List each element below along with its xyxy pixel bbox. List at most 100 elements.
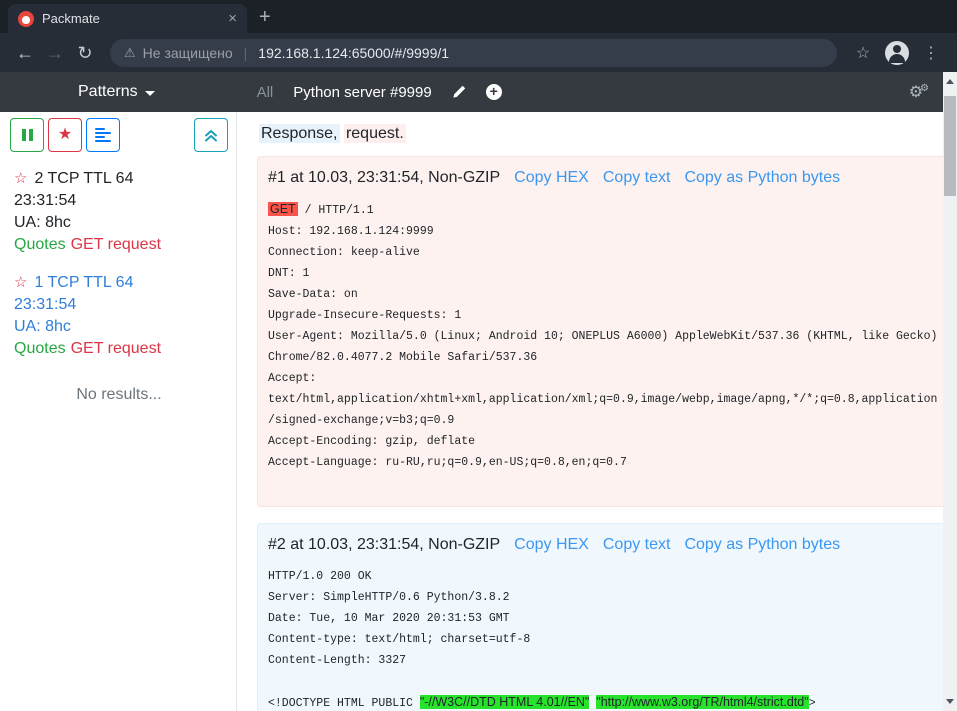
caret-down-icon <box>145 91 155 96</box>
browser-toolbar: ← → ↻ ⚠ Не защищено | 192.168.1.124:6500… <box>0 33 957 72</box>
packet-line: Upgrade-Insecure-Requests: 1 <box>268 305 939 326</box>
stream-list-button[interactable] <box>86 118 120 152</box>
tab-title: Packmate <box>42 11 220 26</box>
legend-request: request. <box>344 124 406 143</box>
packet-line: Content-Length: 3327 <box>268 650 939 671</box>
chevrons-up-icon <box>203 127 219 143</box>
menu-dots-icon[interactable]: ⋮ <box>915 43 947 63</box>
packet-content: GET / HTTP/1.1Host: 192.168.1.124:9999Co… <box>268 199 939 494</box>
legend-response: Response, <box>259 124 340 143</box>
stream-tag: Quotes <box>14 340 66 357</box>
no-results-label: No results... <box>10 386 228 404</box>
pattern-tabs: All Python server #9999 + <box>257 84 502 101</box>
packet-header-label: #1 at 10.03, 23:31:54, Non-GZIP <box>268 169 500 187</box>
url-text: 192.168.1.124:65000/#/9999/1 <box>258 45 449 61</box>
stream-title-text: 1 TCP TTL 64 <box>34 274 133 291</box>
stream-item[interactable]: ☆ 1 TCP TTL 64 23:31:54UA: 8hc Quotes GET re… <box>14 272 228 360</box>
packet-legend: Response, request. <box>259 125 950 143</box>
stream-tag: Quotes <box>14 236 66 253</box>
add-pattern-button[interactable]: + <box>486 84 502 100</box>
tab-active-pattern[interactable]: Python server #9999 <box>293 84 431 101</box>
tab-close-icon[interactable]: × <box>228 11 237 26</box>
packet-line <box>268 671 939 692</box>
packmate-favicon-icon <box>18 11 34 27</box>
packet-highlight-green: "http://www.w3.org/TR/html4/strict.dtd" <box>596 695 808 709</box>
stream-star-icon[interactable]: ☆ <box>14 274 27 291</box>
packet-line: Server: SimpleHTTP/0.6 Python/3.8.2 <box>268 587 939 608</box>
stream-tag: GET request <box>71 340 161 357</box>
reload-button[interactable]: ↻ <box>70 44 100 62</box>
patterns-label: Patterns <box>78 83 138 101</box>
stream-title: ☆ 2 TCP TTL 64 <box>14 168 228 190</box>
packet-line: DNT: 1 <box>268 263 939 284</box>
packet-copy-link[interactable]: Copy text <box>603 169 671 187</box>
browser-tab-strip: Packmate × + <box>0 0 957 33</box>
packet-line: User-Agent: Mozilla/5.0 (Linux; Android … <box>268 326 939 368</box>
bookmark-star-icon[interactable]: ☆ <box>847 43 879 63</box>
forward-button[interactable]: → <box>40 44 70 62</box>
scroll-up-arrow[interactable] <box>943 74 957 90</box>
packet-copy-link[interactable]: Copy HEX <box>514 536 589 554</box>
tab-all-patterns[interactable]: All <box>257 84 274 101</box>
packet-line: Connection: keep-alive <box>268 242 939 263</box>
packet-line: HTTP/1.0 200 OK <box>268 566 939 587</box>
packet-copy-link[interactable]: Copy text <box>603 536 671 554</box>
packet-block: #1 at 10.03, 23:31:54, Non-GZIP Copy HEX C… <box>257 156 950 507</box>
content-area: ★ ☆2 TCP TTL 6423:31:54UA: 8hcQuotesGET … <box>0 112 957 711</box>
stream-list: ☆2 TCP TTL 6423:31:54UA: 8hcQuotesGET re… <box>10 168 228 360</box>
packet-list: #1 at 10.03, 23:31:54, Non-GZIP Copy HEX C… <box>257 156 950 711</box>
packet-line: <!DOCTYPE HTML PUBLIC "-//W3C//DTD HTML … <box>268 692 939 711</box>
edit-pattern-pencil-icon[interactable] <box>452 85 466 99</box>
star-icon: ★ <box>58 127 72 143</box>
scroll-down-arrow[interactable] <box>943 693 957 709</box>
packet-line <box>268 473 939 494</box>
new-tab-button[interactable]: + <box>259 7 271 27</box>
security-label: Не защищено <box>143 45 233 61</box>
packet-line: Save-Data: on <box>268 284 939 305</box>
scroll-thumb[interactable] <box>944 96 956 196</box>
pause-icon <box>22 129 33 141</box>
stream-star-icon[interactable]: ☆ <box>14 170 27 187</box>
packet-content: HTTP/1.0 200 OKServer: SimpleHTTP/0.6 Py… <box>268 566 939 711</box>
not-secure-warning-icon: ⚠ <box>124 45 136 61</box>
stream-item[interactable]: ☆ 2 TCP TTL 64 23:31:54UA: 8hc Quotes GET re… <box>14 168 228 256</box>
stream-time: 23:31:54 <box>14 190 228 212</box>
packet-line: Host: 192.168.1.124:9999 <box>268 221 939 242</box>
back-button[interactable]: ← <box>10 44 40 62</box>
favorites-filter-button[interactable]: ★ <box>48 118 82 152</box>
packet-header-row: #1 at 10.03, 23:31:54, Non-GZIP Copy HEX C… <box>268 169 939 187</box>
streams-sidebar: ★ ☆2 TCP TTL 6423:31:54UA: 8hcQuotesGET … <box>0 112 237 711</box>
packet-line: Accept: text/html,application/xhtml+xml,… <box>268 368 939 431</box>
patterns-dropdown[interactable]: Patterns <box>78 83 155 101</box>
packet-copy-link[interactable]: Copy as Python bytes <box>684 536 840 554</box>
stream-time: 23:31:54 <box>14 294 228 316</box>
collapse-button[interactable] <box>194 118 228 152</box>
stream-user-agent: UA: 8hc <box>14 316 228 338</box>
stream-tag: GET request <box>71 236 161 253</box>
sidebar-toolbar: ★ <box>10 118 228 152</box>
packet-copy-link[interactable]: Copy HEX <box>514 169 589 187</box>
packet-header-row: #2 at 10.03, 23:31:54, Non-GZIP Copy HEX C… <box>268 536 939 554</box>
packet-line: Accept-Encoding: gzip, deflate <box>268 431 939 452</box>
stream-detail: Response, request. #1 at 10.03, 23:31:54… <box>237 112 957 711</box>
packet-line: Content-type: text/html; charset=utf-8 <box>268 629 939 650</box>
packet-copy-link[interactable]: Copy as Python bytes <box>684 169 840 187</box>
profile-avatar[interactable] <box>885 41 909 65</box>
stream-user-agent: UA: 8hc <box>14 212 228 234</box>
url-bar[interactable]: ⚠ Не защищено | 192.168.1.124:65000/#/99… <box>110 39 837 67</box>
packet-highlight-red: GET <box>268 202 298 216</box>
stream-title-text: 2 TCP TTL 64 <box>34 170 133 187</box>
pause-capture-button[interactable] <box>10 118 44 152</box>
page-scrollbar[interactable] <box>943 72 957 711</box>
browser-tab[interactable]: Packmate × <box>8 4 247 33</box>
list-icon <box>95 128 111 142</box>
packet-line: GET / HTTP/1.1 <box>268 199 939 221</box>
app-header: Patterns All Python server #9999 + ⚙⚙ <box>0 72 957 112</box>
packet-header-label: #2 at 10.03, 23:31:54, Non-GZIP <box>268 536 500 554</box>
packet-line: Accept-Language: ru-RU,ru;q=0.9,en-US;q=… <box>268 452 939 473</box>
packet-line: Date: Tue, 10 Mar 2020 20:31:53 GMT <box>268 608 939 629</box>
stream-tags: Quotes GET request <box>14 338 228 360</box>
packet-highlight-green: "-//W3C//DTD HTML 4.01//EN" <box>420 695 590 709</box>
settings-gears-icon[interactable]: ⚙⚙ <box>909 82 932 102</box>
stream-tags: Quotes GET request <box>14 234 228 256</box>
